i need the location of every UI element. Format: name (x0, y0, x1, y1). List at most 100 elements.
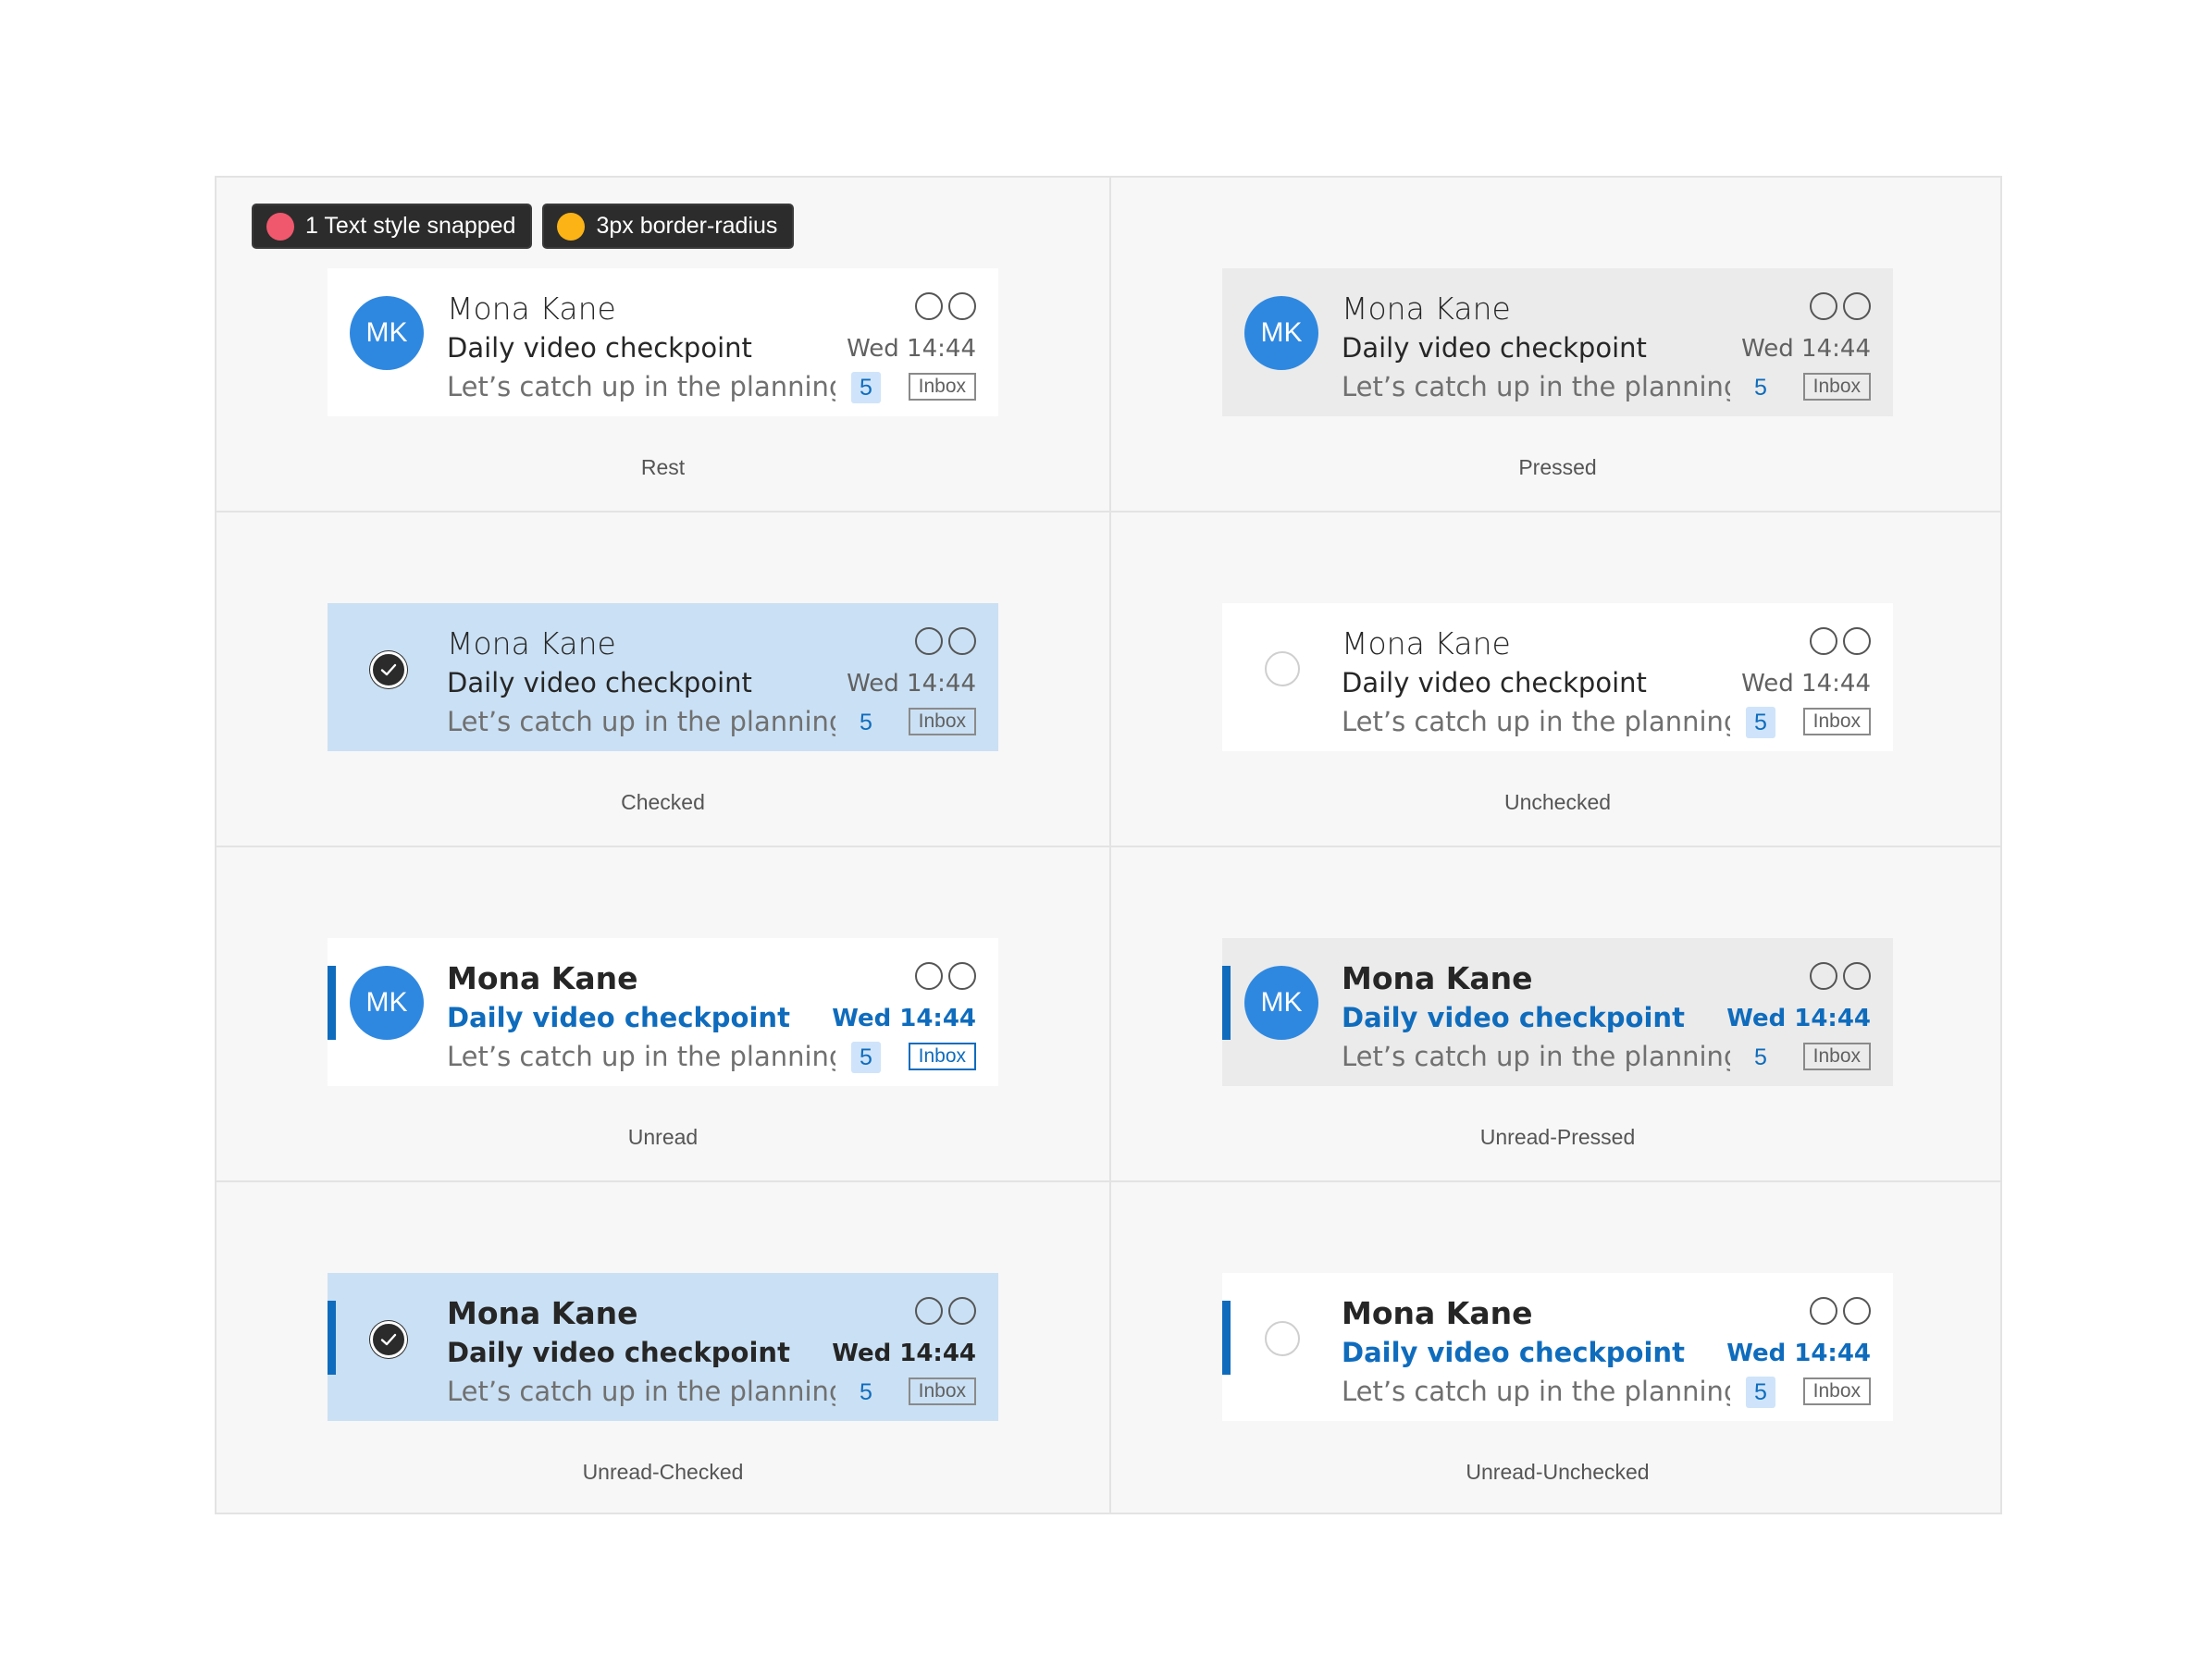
message-item-unread-checked[interactable]: Mona Kane Daily video checkpoint Wed 14:… (328, 1273, 998, 1421)
timestamp: Wed 14:44 (1741, 335, 1871, 363)
timestamp: Wed 14:44 (847, 335, 976, 363)
thread-count-badge: 5 (851, 1042, 881, 1073)
circle-icon[interactable] (1843, 962, 1871, 990)
checkbox-unchecked[interactable] (1265, 1321, 1300, 1356)
circle-icon[interactable] (1843, 627, 1871, 655)
cell-unread-pressed: MK Mona Kane Daily video checkpoint Wed … (1111, 847, 2004, 1182)
circle-icon[interactable] (1810, 627, 1837, 655)
states-board: 1 Text style snapped 3px border-radius M… (215, 176, 2002, 1514)
state-caption: Unread-Pressed (1479, 1125, 1636, 1149)
cell-unchecked: Mona Kane Daily video checkpoint Wed 14:… (1111, 513, 2004, 847)
quick-actions (915, 1297, 976, 1325)
subject: Daily video checkpoint (1342, 667, 1647, 698)
state-caption: Rest (640, 455, 686, 479)
sender-name: Mona Kane (447, 960, 638, 996)
state-caption: Unread-Unchecked (1466, 1460, 1650, 1484)
quick-actions (915, 292, 976, 320)
sender-name: Mona Kane (447, 1295, 638, 1331)
message-item-rest[interactable]: MK Mona Kane Daily video checkpoint Wed … (328, 268, 998, 416)
timestamp: Wed 14:44 (1726, 1340, 1871, 1367)
message-item-unread-unchecked[interactable]: Mona Kane Daily video checkpoint Wed 14:… (1222, 1273, 1893, 1421)
message-item-unchecked[interactable]: Mona Kane Daily video checkpoint Wed 14:… (1222, 603, 1893, 751)
circle-icon[interactable] (915, 962, 943, 990)
sender-name: Mona Kane (1342, 290, 1511, 327)
subject: Daily video checkpoint (1342, 1002, 1685, 1033)
preview-text: Let’s catch up in the planning ... (447, 1041, 835, 1072)
circle-icon[interactable] (1810, 292, 1837, 320)
avatar: MK (1244, 296, 1318, 370)
avatar: MK (350, 296, 424, 370)
state-caption: Checked (621, 790, 705, 814)
circle-icon[interactable] (948, 962, 976, 990)
cell-unread-checked: Mona Kane Daily video checkpoint Wed 14:… (216, 1182, 1109, 1517)
thread-count-badge: 5 (1746, 1377, 1775, 1408)
unread-indicator (328, 1301, 336, 1375)
message-item-checked[interactable]: Mona Kane Daily video checkpoint Wed 14:… (328, 603, 998, 751)
folder-tag: Inbox (908, 708, 976, 735)
folder-tag: Inbox (908, 1377, 976, 1405)
quick-actions (1810, 962, 1871, 990)
cell-pressed: MK Mona Kane Daily video checkpoint Wed … (1111, 178, 2004, 513)
cell-checked: Mona Kane Daily video checkpoint Wed 14:… (216, 513, 1109, 847)
checkmark-icon (380, 1333, 397, 1346)
subject: Daily video checkpoint (447, 332, 752, 364)
subject: Daily video checkpoint (1342, 332, 1647, 364)
circle-icon[interactable] (1810, 962, 1837, 990)
preview-text: Let’s catch up in the planning ... (1342, 706, 1730, 737)
quick-actions (1810, 627, 1871, 655)
message-item-unread-pressed[interactable]: MK Mona Kane Daily video checkpoint Wed … (1222, 938, 1893, 1086)
folder-tag: Inbox (1802, 708, 1871, 735)
state-caption: Unread (627, 1125, 699, 1149)
avatar: MK (350, 966, 424, 1040)
avatar: MK (1244, 966, 1318, 1040)
message-item-unread[interactable]: MK Mona Kane Daily video checkpoint Wed … (328, 938, 998, 1086)
circle-icon[interactable] (1843, 1297, 1871, 1325)
preview-text: Let’s catch up in the planning ... (1342, 371, 1730, 402)
checkbox-unchecked[interactable] (1265, 651, 1300, 686)
preview-text: Let’s catch up in the planning ... (1342, 1041, 1730, 1072)
circle-icon[interactable] (948, 292, 976, 320)
quick-actions (915, 627, 976, 655)
circle-icon[interactable] (915, 1297, 943, 1325)
folder-tag: Inbox (1802, 1043, 1871, 1070)
message-item-pressed[interactable]: MK Mona Kane Daily video checkpoint Wed … (1222, 268, 1893, 416)
timestamp: Wed 14:44 (832, 1340, 976, 1367)
timestamp: Wed 14:44 (832, 1005, 976, 1032)
checkmark-icon (380, 663, 397, 676)
unread-indicator (1222, 1301, 1231, 1375)
cell-rest: MK Mona Kane Daily video checkpoint Wed … (216, 178, 1109, 513)
folder-tag: Inbox (1802, 373, 1871, 401)
thread-count-badge: 5 (860, 709, 872, 735)
circle-icon[interactable] (1843, 292, 1871, 320)
state-caption: Unread-Checked (582, 1460, 744, 1484)
cell-unread-unchecked: Mona Kane Daily video checkpoint Wed 14:… (1111, 1182, 2004, 1517)
state-caption: Pressed (1518, 455, 1597, 479)
circle-icon[interactable] (1810, 1297, 1837, 1325)
subject: Daily video checkpoint (447, 1002, 790, 1033)
sender-name: Mona Kane (447, 625, 616, 661)
thread-count-badge: 5 (1754, 1044, 1767, 1070)
thread-count-badge: 5 (860, 1378, 872, 1405)
timestamp: Wed 14:44 (1741, 670, 1871, 698)
circle-icon[interactable] (915, 292, 943, 320)
subject: Daily video checkpoint (447, 1337, 790, 1368)
sender-name: Mona Kane (1342, 625, 1511, 661)
quick-actions (1810, 292, 1871, 320)
checkbox-checked[interactable] (370, 651, 407, 688)
preview-text: Let’s catch up in the planning ... (447, 371, 835, 402)
sender-name: Mona Kane (1342, 1295, 1533, 1331)
checkbox-checked[interactable] (370, 1321, 407, 1358)
thread-count-badge: 5 (851, 372, 881, 403)
folder-tag: Inbox (908, 1043, 976, 1070)
folder-tag: Inbox (1802, 1377, 1871, 1405)
circle-icon[interactable] (915, 627, 943, 655)
unread-indicator (328, 966, 336, 1040)
timestamp: Wed 14:44 (847, 670, 976, 698)
circle-icon[interactable] (948, 1297, 976, 1325)
quick-actions (915, 962, 976, 990)
circle-icon[interactable] (948, 627, 976, 655)
thread-count-badge: 5 (1746, 707, 1775, 738)
sender-name: Mona Kane (447, 290, 616, 327)
sender-name: Mona Kane (1342, 960, 1533, 996)
folder-tag: Inbox (908, 373, 976, 401)
